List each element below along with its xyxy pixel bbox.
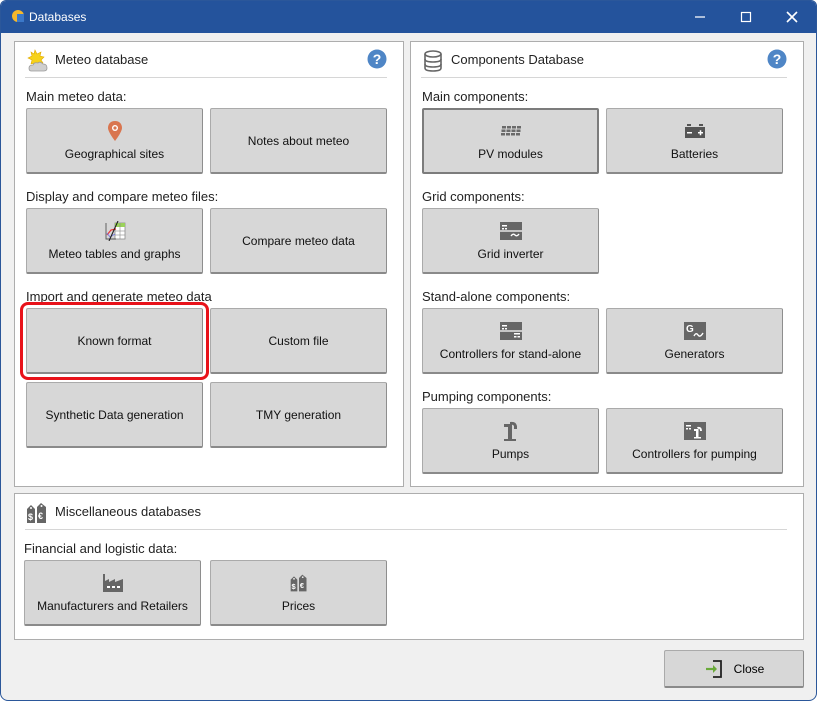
known-format-label: Known format xyxy=(77,333,152,348)
databases-window: Databases Meteo database ? Main meteo da… xyxy=(0,0,817,701)
pv-modules-label: PV modules xyxy=(478,147,543,161)
manufacturers-retailers-label: Manufacturers and Retailers xyxy=(37,598,188,613)
prices-tag-icon: $ € xyxy=(27,503,46,523)
compare-meteo-data-button[interactable]: Compare meteo data xyxy=(210,208,387,274)
app-icon xyxy=(12,10,24,22)
batteries-label: Batteries xyxy=(670,146,719,161)
pv-panel-icon xyxy=(500,126,521,136)
section-label-main-components: Main components: xyxy=(422,89,529,104)
pump-icon xyxy=(503,421,517,441)
factory-icon xyxy=(102,573,123,592)
close-window-button[interactable] xyxy=(769,1,815,33)
window-title: Databases xyxy=(29,10,87,24)
prices-tag-icon: $ € xyxy=(290,574,306,591)
geographical-sites-label: Geographical sites xyxy=(64,146,165,161)
help-icon[interactable]: ? xyxy=(767,49,787,69)
section-label-pumping-components: Pumping components: xyxy=(422,389,552,404)
miscellaneous-databases-panel: $ € Miscellaneous databases Financial an… xyxy=(14,493,804,640)
svg-text:?: ? xyxy=(373,51,382,67)
geographical-sites-button[interactable]: Geographical sites xyxy=(26,108,203,174)
generators-label: Generators xyxy=(664,346,725,361)
controllers-standalone-button[interactable]: Controllers for stand-alone xyxy=(422,308,599,374)
custom-file-label: Custom file xyxy=(268,333,329,348)
synthetic-data-generation-button[interactable]: Synthetic Data generation xyxy=(26,382,203,448)
components-panel-header: Components Database ? xyxy=(421,42,787,78)
pumps-button[interactable]: Pumps xyxy=(422,408,599,474)
section-label-grid-components: Grid components: xyxy=(422,189,525,204)
controllers-standalone-label: Controllers for stand-alone xyxy=(439,346,582,361)
known-format-button[interactable]: Known format xyxy=(26,308,203,374)
database-icon xyxy=(424,50,442,72)
meteo-database-panel: Meteo database ? Main meteo data: Geogra… xyxy=(14,41,404,487)
prices-label: Prices xyxy=(281,598,316,613)
batteries-button[interactable]: Batteries xyxy=(606,108,783,174)
misc-panel-title: Miscellaneous databases xyxy=(55,504,201,519)
controllers-pumping-button[interactable]: Controllers for pumping xyxy=(606,408,783,474)
pv-modules-button[interactable]: PV modules xyxy=(422,108,599,174)
sun-cloud-icon xyxy=(27,49,48,72)
close-label: Close xyxy=(733,661,765,676)
meteo-tables-graphs-label: Meteo tables and graphs xyxy=(48,246,181,261)
section-label-standalone-components: Stand-alone components: xyxy=(422,289,571,304)
maximize-button[interactable] xyxy=(723,1,769,33)
inverter-icon xyxy=(499,221,522,240)
synthetic-data-generation-label: Synthetic Data generation xyxy=(45,407,184,422)
tmy-generation-label: TMY generation xyxy=(255,407,342,422)
meteo-panel-title: Meteo database xyxy=(55,52,149,67)
pump-controller-icon xyxy=(683,421,706,440)
minimize-icon xyxy=(695,16,705,18)
misc-panel-header: $ € Miscellaneous databases xyxy=(25,494,787,530)
tmy-generation-button[interactable]: TMY generation xyxy=(210,382,387,448)
notes-about-meteo-button[interactable]: Notes about meteo xyxy=(210,108,387,174)
components-database-panel: Components Database ? Main components: P… xyxy=(410,41,804,487)
svg-text:?: ? xyxy=(773,51,782,67)
help-icon[interactable]: ? xyxy=(367,49,387,69)
table-graph-icon xyxy=(105,220,125,241)
meteo-tables-graphs-button[interactable]: Meteo tables and graphs xyxy=(26,208,203,274)
grid-inverter-label: Grid inverter xyxy=(477,246,544,261)
notes-about-meteo-label: Notes about meteo xyxy=(247,133,350,148)
controller-icon xyxy=(499,321,522,340)
minimize-button[interactable] xyxy=(677,1,723,33)
generator-icon: G xyxy=(683,321,706,340)
svg-text:G: G xyxy=(686,324,694,335)
components-panel-title: Components Database xyxy=(451,52,584,67)
section-label-financial-logistic: Financial and logistic data: xyxy=(24,541,178,556)
map-pin-icon xyxy=(107,120,122,141)
maximize-icon xyxy=(740,11,752,23)
meteo-panel-header: Meteo database ? xyxy=(25,42,387,78)
prices-button[interactable]: $ € Prices xyxy=(210,560,387,626)
close-button[interactable]: Close xyxy=(664,650,804,688)
title-bar[interactable]: Databases xyxy=(1,1,816,33)
exit-icon xyxy=(705,659,722,678)
section-label-display-compare: Display and compare meteo files: xyxy=(26,189,219,204)
custom-file-button[interactable]: Custom file xyxy=(210,308,387,374)
close-icon xyxy=(786,11,798,23)
section-label-import-generate: Import and generate meteo data xyxy=(26,289,212,304)
svg-text:€: € xyxy=(38,511,43,521)
controllers-pumping-label: Controllers for pumping xyxy=(632,446,757,461)
section-label-main-meteo: Main meteo data: xyxy=(26,89,127,104)
svg-text:$: $ xyxy=(28,512,33,522)
compare-meteo-data-label: Compare meteo data xyxy=(242,233,355,248)
battery-icon xyxy=(684,123,705,138)
pumps-label: Pumps xyxy=(491,446,530,461)
manufacturers-retailers-button[interactable]: Manufacturers and Retailers xyxy=(24,560,201,626)
generators-button[interactable]: G Generators xyxy=(606,308,783,374)
grid-inverter-button[interactable]: Grid inverter xyxy=(422,208,599,274)
